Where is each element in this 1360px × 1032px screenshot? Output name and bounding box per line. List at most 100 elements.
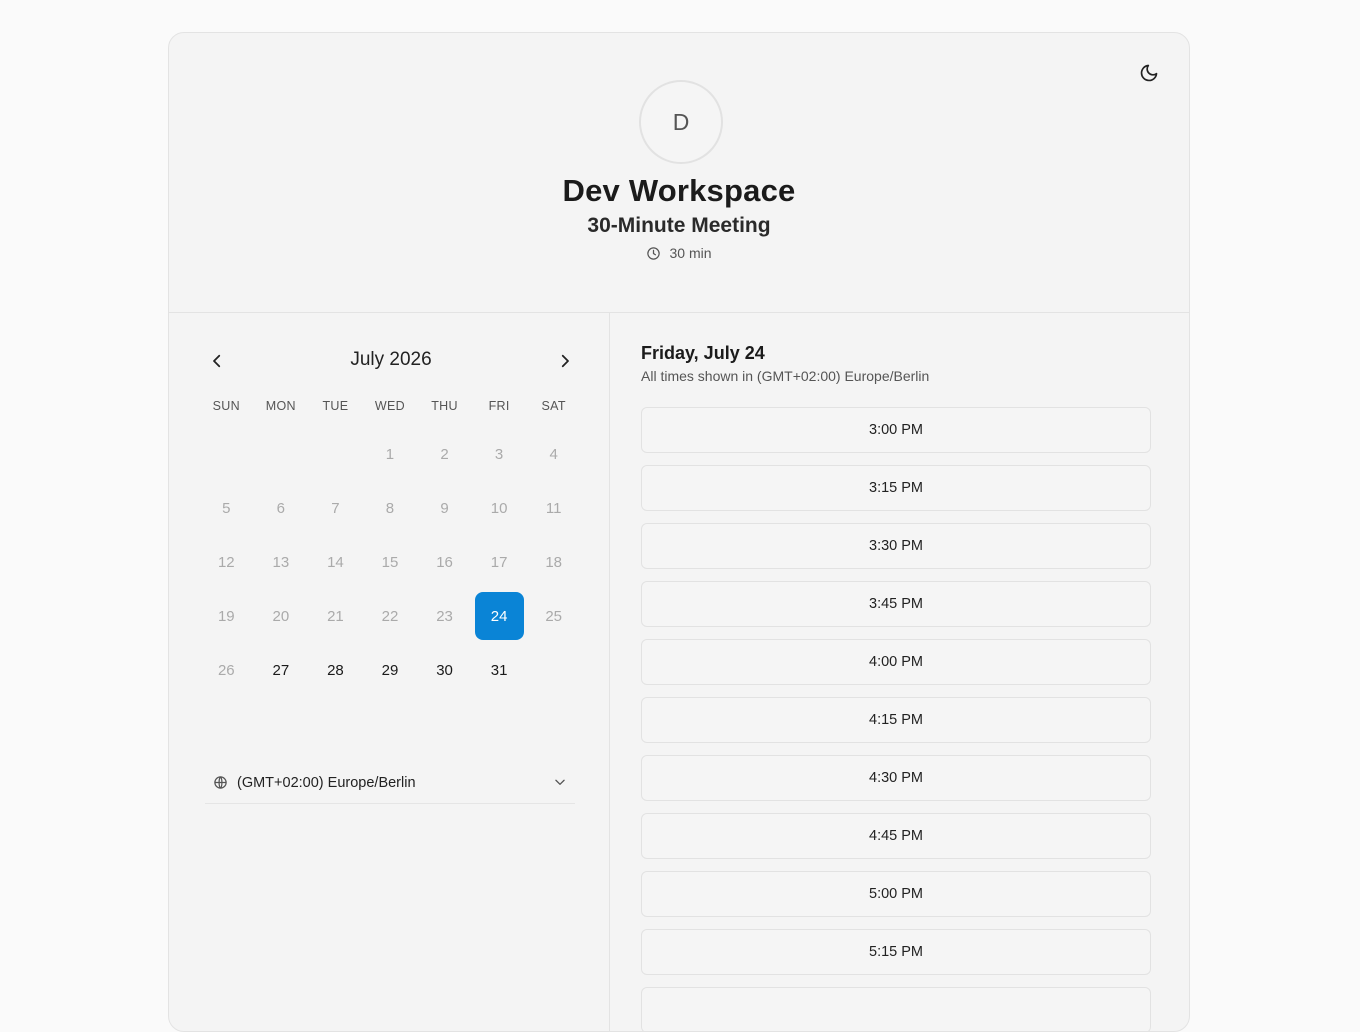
calendar-blank [199, 427, 254, 481]
calendar-grid: 1 2 3 4 5 6 7 8 9 10 11 12 13 14 15 16 17 18 19 20 21 22 23 24 2… [199, 427, 581, 697]
weekday-label: FRI [488, 399, 510, 413]
time-slot-button[interactable] [641, 987, 1151, 1031]
day-number: 18 [545, 553, 562, 571]
calendar-day: 2 [417, 427, 472, 481]
calendar-day: 9 [417, 481, 472, 535]
day-number: 16 [436, 553, 453, 571]
day-number: 6 [276, 499, 286, 517]
time-slot-list: 3:00 PM 3:15 PM 3:30 PM 3:45 PM 4:00 PM 4:15 … [641, 407, 1151, 1031]
calendar-panel: July 2026 SUN MON TUE WED THU FRI SAT 12345678… [169, 313, 610, 1031]
time-slots-panel: Friday, July 24 All times shown in (GMT+… [609, 313, 1189, 1031]
selected-date-title: Friday, July 24 [641, 343, 765, 363]
day-number: 4 [549, 445, 558, 463]
time-slot-button[interactable]: 4:15 PM [641, 697, 1151, 743]
weekday-label: SUN [212, 399, 240, 413]
calendar-day: 20 [254, 589, 309, 643]
calendar-day: 14 [308, 535, 363, 589]
chevron-right-icon[interactable] [553, 349, 577, 373]
calendar-day: 13 [254, 535, 309, 589]
day-number: 20 [272, 607, 290, 625]
day-number: 14 [327, 553, 344, 571]
day-number: 27 [272, 661, 290, 679]
day-number: 15 [381, 553, 399, 571]
day-number: 29 [381, 661, 399, 679]
calendar-day: 1 [363, 427, 418, 481]
booking-card: D Dev Workspace 30-Minute Meeting 30 min… [168, 32, 1190, 1032]
day-number: 26 [217, 661, 235, 679]
weekday-header: SUN MON TUE WED THU FRI SAT [199, 399, 581, 413]
day-number: 30 [436, 661, 453, 679]
time-slot-button[interactable]: 4:30 PM [641, 755, 1151, 801]
chevron-down-icon [553, 775, 567, 789]
calendar-day: 17 [472, 535, 527, 589]
month-navigation: July 2026 [205, 341, 577, 381]
weekday-label: SAT [541, 399, 566, 413]
time-slot-button[interactable]: 3:45 PM [641, 581, 1151, 627]
day-number: 19 [217, 607, 235, 625]
day-number: 21 [327, 607, 344, 625]
calendar-day: 18 [526, 535, 581, 589]
day-number: 8 [385, 499, 395, 517]
day-number: 11 [545, 499, 562, 517]
day-number: 7 [331, 499, 340, 517]
calendar-day[interactable]: 28 [308, 643, 363, 697]
time-slot-button[interactable]: 4:00 PM [641, 639, 1151, 685]
calendar-day: 23 [417, 589, 472, 643]
calendar-day: 12 [199, 535, 254, 589]
time-slot-button[interactable]: 3:30 PM [641, 523, 1151, 569]
time-slot-button[interactable]: 5:15 PM [641, 929, 1151, 975]
calendar-day: 25 [526, 589, 581, 643]
weekday-label: THU [431, 399, 458, 413]
day-number: 25 [545, 607, 562, 625]
time-slot-button[interactable]: 3:00 PM [641, 407, 1151, 453]
calendar-day: 15 [363, 535, 418, 589]
day-number: 9 [440, 499, 449, 517]
time-slot-button[interactable]: 5:00 PM [641, 871, 1151, 917]
time-slot-button[interactable]: 3:15 PM [641, 465, 1151, 511]
day-number: 31 [490, 661, 508, 679]
calendar-day-selected[interactable]: 24 [472, 589, 527, 643]
clock-icon [646, 246, 661, 261]
weekday-label: MON [265, 399, 296, 413]
day-number: 3 [494, 445, 504, 463]
weekday-label: TUE [322, 399, 349, 413]
calendar-day: 6 [254, 481, 309, 535]
calendar-day[interactable]: 30 [417, 643, 472, 697]
day-number: 17 [490, 553, 508, 571]
day-number: 5 [222, 499, 231, 517]
calendar-day[interactable]: 31 [472, 643, 527, 697]
timezone-note: All times shown in (GMT+02:00) Europe/Be… [641, 368, 930, 384]
duration-row: 30 min [169, 245, 1189, 261]
calendar-day: 10 [472, 481, 527, 535]
calendar-day: 4 [526, 427, 581, 481]
calendar-day: 19 [199, 589, 254, 643]
globe-icon [213, 775, 229, 791]
day-number: 10 [490, 499, 508, 517]
calendar-day[interactable]: 29 [363, 643, 418, 697]
duration-label: 30 min [669, 245, 712, 261]
day-number: 23 [436, 607, 453, 625]
calendar-day[interactable]: 27 [254, 643, 309, 697]
calendar-day: 22 [363, 589, 418, 643]
timezone-value: (GMT+02:00) Europe/Berlin [237, 775, 416, 791]
day-number: 28 [327, 661, 344, 679]
event-header: D Dev Workspace 30-Minute Meeting 30 min [169, 33, 1189, 313]
time-slot-button[interactable]: 4:45 PM [641, 813, 1151, 859]
day-number: 2 [440, 445, 449, 463]
calendar-blank [254, 427, 309, 481]
meeting-title: 30-Minute Meeting [587, 214, 771, 237]
calendar-day: 21 [308, 589, 363, 643]
month-label: July 2026 [350, 349, 432, 370]
timezone-select[interactable]: (GMT+02:00) Europe/Berlin [205, 763, 575, 804]
calendar-day: 7 [308, 481, 363, 535]
day-number: 13 [272, 553, 290, 571]
day-number: 24 [474, 592, 524, 640]
day-number: 22 [381, 607, 399, 625]
calendar-blank [308, 427, 363, 481]
workspace-name: Dev Workspace [562, 173, 796, 208]
avatar: D [639, 80, 723, 164]
calendar-day: 16 [417, 535, 472, 589]
day-number: 1 [385, 445, 395, 463]
calendar-day: 26 [199, 643, 254, 697]
calendar-day: 3 [472, 427, 527, 481]
